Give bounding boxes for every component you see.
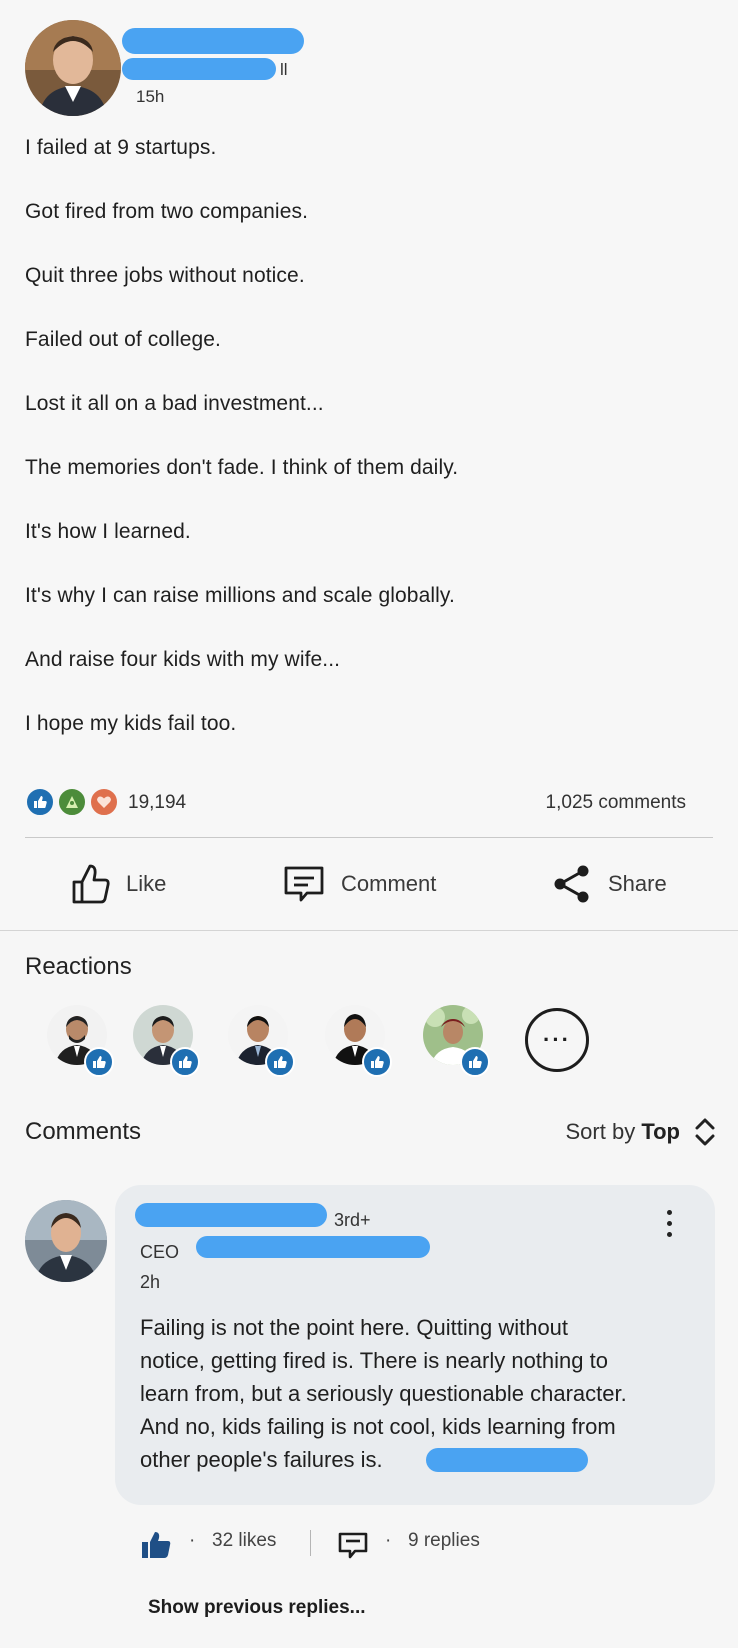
- like-button[interactable]: Like: [70, 858, 166, 910]
- celebrate-icon: [57, 787, 87, 817]
- redacted-commenter-name: [135, 1203, 327, 1227]
- dot-separator: ·: [385, 1530, 392, 1551]
- reaction-count[interactable]: 19,194: [128, 792, 186, 814]
- post-text-line: Quit three jobs without notice.: [25, 264, 305, 287]
- comment-likes-count[interactable]: 32 likes: [212, 1530, 276, 1552]
- sort-prefix: Sort by: [565, 1119, 642, 1144]
- post-text-line: It's why I can raise millions and scale …: [25, 584, 455, 607]
- redacted-author-name: [122, 28, 304, 54]
- section-divider: [0, 930, 738, 931]
- like-icon: [25, 787, 55, 817]
- comment-text-line: Failing is not the point here. Quitting …: [140, 1315, 569, 1340]
- more-reactions-button[interactable]: ···: [525, 1008, 589, 1072]
- comment-icon: [284, 866, 324, 902]
- reactor-avatar[interactable]: [320, 1005, 392, 1077]
- comment-replies-count[interactable]: 9 replies: [408, 1530, 480, 1552]
- comment-count[interactable]: 1,025 comments: [546, 792, 686, 814]
- post-divider: [25, 837, 713, 838]
- like-badge-icon: [265, 1047, 295, 1077]
- share-icon: [554, 865, 589, 903]
- post-text-line: Got fired from two companies.: [25, 200, 309, 223]
- like-badge-icon: [170, 1047, 200, 1077]
- comment-text-line: learn from, but a seriously questionable…: [140, 1381, 627, 1406]
- comment-time: 2h: [140, 1272, 161, 1292]
- post-text-line: I failed at 9 startups.: [25, 136, 217, 159]
- commenter-avatar[interactable]: [25, 1200, 107, 1282]
- post-text-line: The memories don't fade. I think of them…: [25, 456, 459, 479]
- share-label: Share: [608, 871, 667, 896]
- post-text-line: I hope my kids fail too.: [25, 712, 237, 735]
- like-badge-icon: [362, 1047, 392, 1077]
- comment-button[interactable]: Comment: [283, 858, 436, 910]
- like-label: Like: [126, 871, 167, 896]
- redaction-edge: ll: [280, 60, 288, 79]
- redacted-author-headline: [122, 58, 276, 80]
- comment-menu-icon[interactable]: [664, 1210, 674, 1242]
- sort-control[interactable]: Sort by Top: [566, 1119, 681, 1145]
- comment-label: Comment: [341, 871, 437, 896]
- post-text-line: It's how I learned.: [25, 520, 191, 543]
- reactor-avatar[interactable]: [42, 1005, 114, 1077]
- commenter-headline-prefix: CEO: [140, 1242, 180, 1262]
- reactions-title: Reactions: [25, 953, 132, 980]
- redacted-commenter-headline: [196, 1236, 430, 1258]
- reactor-avatar[interactable]: [418, 1005, 490, 1077]
- like-badge-icon: [460, 1047, 490, 1077]
- sort-chevrons-icon[interactable]: [693, 1116, 717, 1148]
- sort-value: Top: [641, 1119, 680, 1144]
- comments-title: Comments: [25, 1118, 142, 1145]
- comment-text-line: And no, kids failing is not cool, kids l…: [140, 1414, 616, 1439]
- reactor-avatar[interactable]: [128, 1005, 200, 1077]
- footer-divider: [310, 1530, 311, 1556]
- like-badge-icon: [84, 1047, 114, 1077]
- post-card: ll 15h I failed at 9 startups. Got fired…: [0, 0, 738, 930]
- comment-like-icon[interactable]: [140, 1530, 172, 1560]
- love-icon: [89, 787, 119, 817]
- post-text-line: Lost it all on a bad investment...: [25, 392, 324, 415]
- post-text-line: And raise four kids with my wife...: [25, 648, 341, 671]
- like-icon: [72, 864, 110, 904]
- redacted-mention: [426, 1448, 588, 1472]
- comment-text-line: other people's failures is.: [140, 1447, 383, 1472]
- dot-separator: ·: [189, 1530, 196, 1551]
- connection-degree: 3rd+: [334, 1210, 371, 1230]
- comment-text-line: notice, getting fired is. There is nearl…: [140, 1348, 608, 1373]
- reactor-avatar[interactable]: [223, 1005, 295, 1077]
- post-text-line: Failed out of college.: [25, 328, 221, 351]
- reaction-summary[interactable]: [25, 787, 121, 817]
- show-previous-replies-link[interactable]: Show previous replies...: [148, 1597, 366, 1619]
- reply-icon[interactable]: [338, 1532, 368, 1560]
- post-time: 15h: [136, 87, 165, 106]
- author-avatar[interactable]: [25, 20, 121, 116]
- share-button[interactable]: Share: [552, 858, 667, 910]
